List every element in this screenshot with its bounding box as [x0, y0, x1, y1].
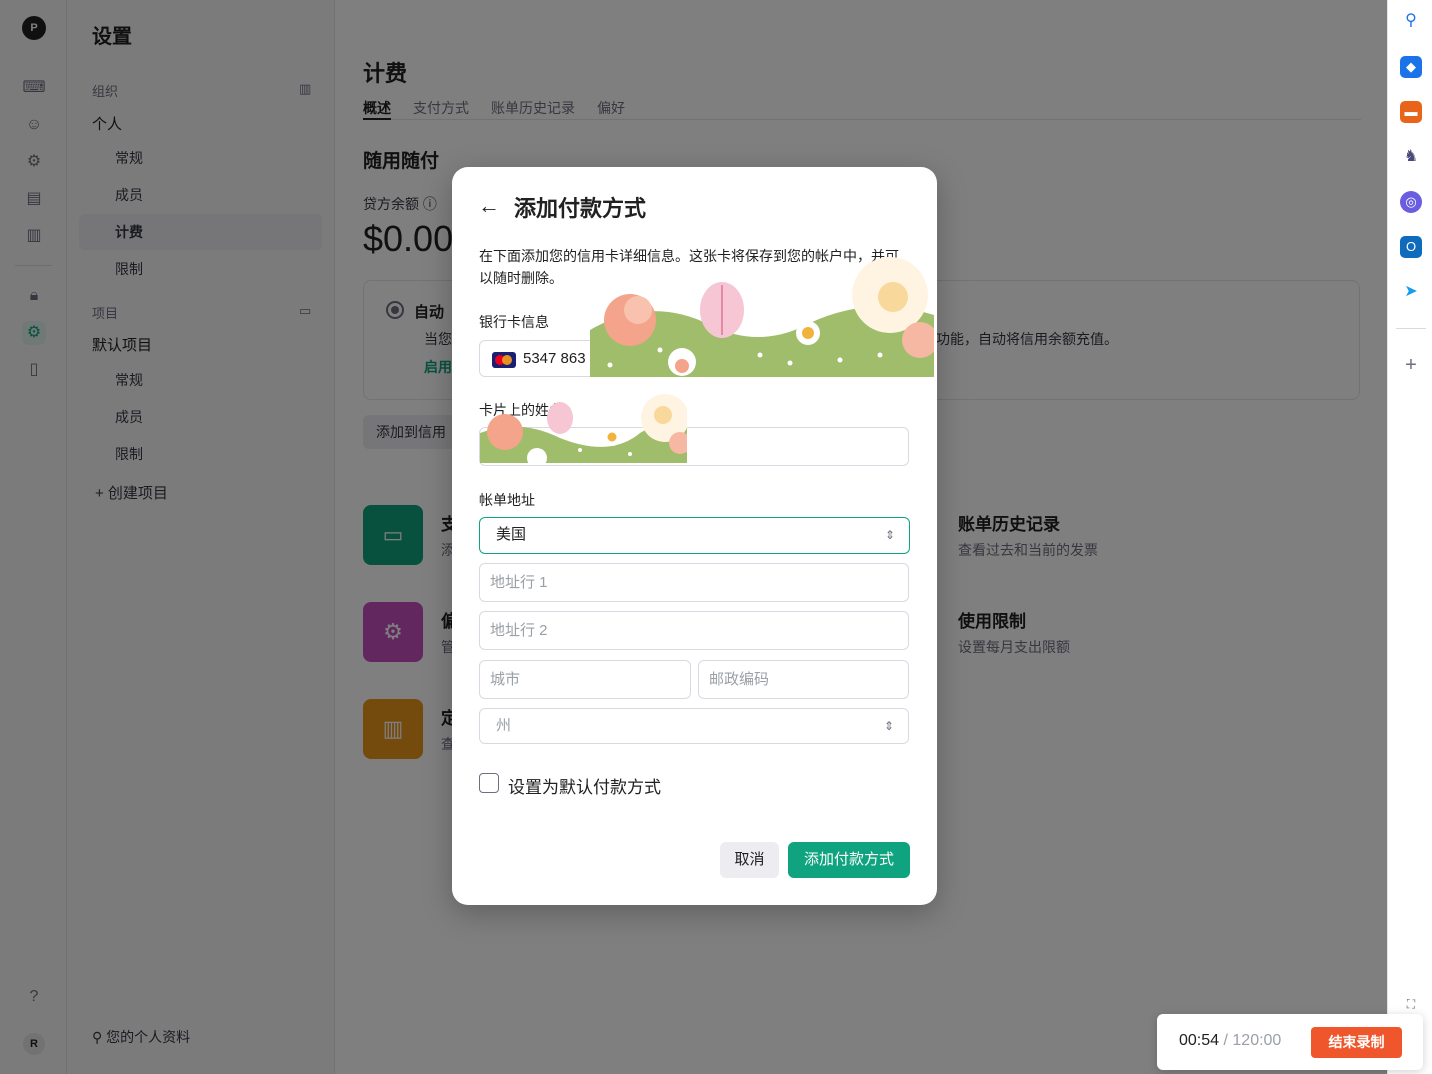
address-line2-input[interactable]: 地址行 2: [479, 611, 909, 650]
send-icon[interactable]: ➤: [1400, 281, 1422, 303]
default-payment-label[interactable]: 设置为默认付款方式: [508, 773, 661, 798]
state-placeholder: 州: [496, 717, 512, 734]
address-line1-input[interactable]: 地址行 1: [479, 563, 909, 602]
add-payment-method-button[interactable]: 添加付款方式: [788, 842, 910, 878]
screenshot-icon[interactable]: ⛶: [1400, 993, 1422, 1015]
city-placeholder: 城市: [490, 671, 521, 688]
add-icon[interactable]: +: [1400, 354, 1422, 376]
cancel-button[interactable]: 取消: [720, 842, 779, 878]
billing-address-label: 帐单地址: [479, 492, 535, 508]
card-number-value: 5347 863: [523, 350, 586, 367]
card-info-label: 银行卡信息: [479, 314, 549, 330]
time-separator: /: [1219, 1032, 1233, 1049]
recording-widget: 00:54 / 120:00 结束录制: [1157, 1014, 1423, 1070]
search-icon[interactable]: ⚲: [1400, 10, 1422, 32]
state-select[interactable]: 州 ⇕: [479, 708, 909, 744]
address-line2-placeholder: 地址行 2: [490, 622, 548, 639]
default-payment-checkbox[interactable]: [479, 773, 499, 793]
zip-placeholder: 邮政编码: [709, 671, 770, 688]
recording-timer: 00:54 / 120:00: [1179, 1032, 1281, 1050]
country-value: 美国: [496, 526, 527, 543]
chevron-updown-icon: ⇕: [883, 719, 894, 733]
copilot-icon[interactable]: ◎: [1400, 191, 1422, 213]
dialog-title: 添加付款方式: [514, 196, 647, 221]
outlook-icon[interactable]: O: [1400, 236, 1422, 258]
address-line1-placeholder: 地址行 1: [490, 574, 548, 591]
chevron-updown-icon: ⇕: [884, 528, 895, 542]
browser-sidebar: ⚲ ◆ ▬ ♞ ◎ O ➤ + ⛶: [1387, 0, 1432, 1074]
toolbox-icon[interactable]: ▬: [1400, 101, 1422, 123]
total-time: 120:00: [1232, 1032, 1282, 1049]
chess-icon[interactable]: ♞: [1400, 146, 1422, 168]
tag-icon[interactable]: ◆: [1400, 56, 1422, 78]
zip-input[interactable]: 邮政编码: [698, 660, 909, 699]
stop-recording-button[interactable]: 结束录制: [1311, 1027, 1402, 1058]
flower-sticker-large: [590, 257, 934, 377]
elapsed-time: 00:54: [1179, 1032, 1220, 1049]
sidebar-divider: [1396, 328, 1426, 329]
back-arrow-icon[interactable]: ←: [478, 193, 500, 219]
country-select[interactable]: 美国 ⇕: [479, 517, 910, 554]
city-input[interactable]: 城市: [479, 660, 691, 699]
flower-sticker-small: [480, 394, 687, 463]
mastercard-icon: [492, 352, 516, 368]
